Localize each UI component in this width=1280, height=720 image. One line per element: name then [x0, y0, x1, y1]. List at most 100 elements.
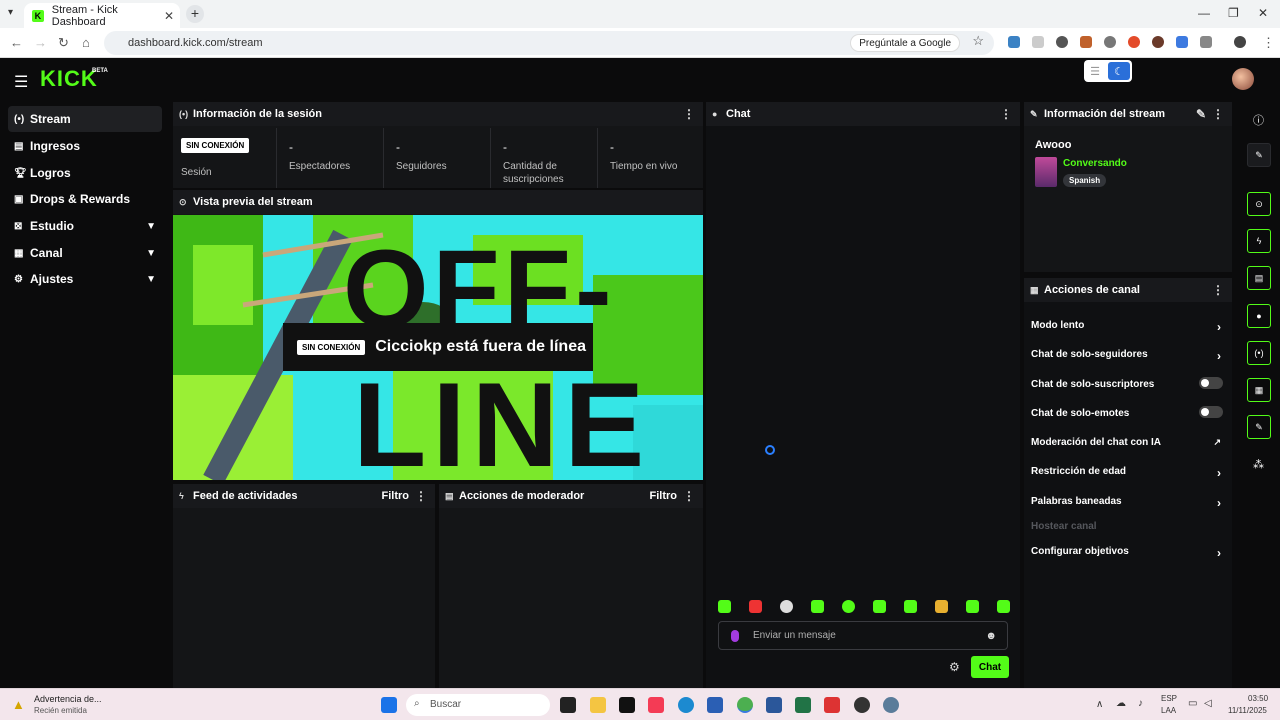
emote-icon[interactable] — [842, 600, 855, 613]
user-avatar[interactable] — [1232, 68, 1254, 90]
taskbar-search[interactable]: ⌕ Buscar — [406, 694, 550, 716]
menu-icon[interactable]: ☰ — [14, 72, 28, 92]
light-mode-icon[interactable]: ☰ — [1084, 60, 1106, 82]
browser-tab[interactable]: K Stream - Kick Dashboard ✕ — [24, 3, 180, 28]
sidebar-item-drops[interactable]: ▣ Drops & Rewards — [8, 186, 162, 212]
emote-icon[interactable] — [935, 600, 948, 613]
sidebar-item-ingresos[interactable]: ▤ Ingresos — [8, 133, 162, 159]
reload-icon[interactable]: ↻ — [58, 35, 69, 51]
sidebar-item-estudio[interactable]: ⊠ Estudio ▼ — [8, 213, 162, 239]
pdf-icon[interactable] — [824, 697, 840, 713]
profile-icon[interactable] — [1234, 36, 1246, 48]
kick-logo[interactable]: KICK — [40, 66, 98, 92]
home-icon[interactable]: ⌂ — [82, 35, 90, 50]
feed-filter-button[interactable]: Filtro — [382, 490, 410, 502]
chat-settings-icon[interactable]: ⚙ — [949, 660, 960, 674]
more-options-icon[interactable]: ⋮ — [1212, 283, 1224, 297]
taskview-icon[interactable] — [560, 697, 576, 713]
emote-icon[interactable] — [997, 600, 1010, 613]
bolt-rail-button[interactable]: ϟ — [1247, 229, 1271, 253]
sidebar-item-stream[interactable]: (•) Stream — [8, 106, 162, 132]
sidebar-item-ajustes[interactable]: ⚙ Ajustes ▼ — [8, 266, 162, 292]
extension-icon[interactable] — [1152, 36, 1164, 48]
chat-message-input[interactable]: Enviar un mensaje ☻ — [718, 621, 1008, 650]
add-widget-icon[interactable]: ⁂ — [1253, 458, 1264, 471]
sidebar-item-logros[interactable]: 🏆︎ Logros — [8, 160, 162, 186]
theme-toggle[interactable]: ☰ ☾ — [1084, 60, 1132, 82]
back-icon[interactable]: ← — [10, 35, 23, 50]
goals-item[interactable]: Configurar objetivos › — [1031, 546, 1231, 560]
close-window-icon[interactable]: ✕ — [1258, 6, 1268, 20]
emote-icon[interactable] — [811, 600, 824, 613]
tray-chevron-icon[interactable]: ∧ — [1096, 699, 1103, 710]
ai-moderation-item[interactable]: Moderación del chat con IA ↗ — [1031, 437, 1231, 448]
chat-send-button[interactable]: Chat — [971, 656, 1009, 678]
more-options-icon[interactable]: ⋮ — [683, 107, 695, 121]
more-options-icon[interactable]: ⋮ — [1000, 107, 1012, 121]
file-explorer-icon[interactable] — [590, 697, 606, 713]
age-restriction-item[interactable]: Restricción de edad › — [1031, 466, 1231, 480]
more-options-icon[interactable]: ⋮ — [415, 489, 427, 503]
address-bar[interactable]: dashboard.kick.com/stream Pregúntale a G… — [104, 31, 994, 55]
clock-time[interactable]: 03:50 — [1248, 694, 1268, 703]
preview-rail-button[interactable]: ⊙ — [1247, 192, 1271, 216]
forward-icon[interactable]: → — [34, 35, 47, 50]
more-options-icon[interactable]: ⋮ — [1212, 107, 1224, 121]
live-app-icon[interactable] — [619, 697, 635, 713]
notification-title[interactable]: Advertencia de... — [34, 694, 102, 704]
ask-google-button[interactable]: Pregúntale a Google — [850, 34, 960, 52]
emote-icon[interactable] — [966, 600, 979, 613]
extension-icon[interactable] — [1056, 36, 1068, 48]
cloud-icon[interactable]: ☁ — [1116, 698, 1126, 709]
followers-only-item[interactable]: Chat de solo-seguidores › — [1031, 349, 1231, 363]
mic-icon[interactable]: ♪ — [1138, 698, 1143, 709]
dark-mode-icon[interactable]: ☾ — [1108, 62, 1130, 80]
chrome-icon[interactable] — [737, 697, 753, 713]
mic-icon[interactable] — [731, 630, 739, 642]
emote-icon[interactable] — [749, 600, 762, 613]
slow-mode-item[interactable]: Modo lento › — [1031, 320, 1231, 334]
volume-icon[interactable]: ◁ — [1204, 698, 1212, 709]
windows-start-icon[interactable] — [381, 697, 397, 713]
maximize-icon[interactable]: ❐ — [1228, 6, 1239, 20]
bookmark-star-icon[interactable]: ☆ — [972, 33, 984, 49]
store-icon[interactable] — [707, 697, 723, 713]
translate-icon[interactable] — [1176, 36, 1188, 48]
document-rail-button[interactable]: ▤ — [1247, 266, 1271, 290]
broadcast-rail-button[interactable]: (•) — [1247, 341, 1271, 365]
browser-menu-icon[interactable]: ⋮ — [1262, 35, 1275, 51]
wrench-rail-button[interactable]: ✎ — [1247, 415, 1271, 439]
info-icon[interactable]: ⓘ — [1253, 112, 1264, 128]
sidebar-item-canal[interactable]: ▦ Canal ▼ — [8, 240, 162, 266]
emoji-icon[interactable]: ☻ — [985, 630, 997, 642]
emote-icon[interactable] — [904, 600, 917, 613]
emote-icon[interactable] — [873, 600, 886, 613]
emotes-only-toggle[interactable] — [1199, 406, 1223, 418]
excel-icon[interactable] — [795, 697, 811, 713]
network-icon[interactable]: ▭ — [1188, 698, 1197, 709]
edge-icon[interactable] — [678, 697, 694, 713]
more-options-icon[interactable]: ⋮ — [683, 489, 695, 503]
close-tab-icon[interactable]: ✕ — [164, 9, 174, 23]
subscribers-only-toggle[interactable] — [1199, 377, 1223, 389]
edit-icon[interactable]: ✎ — [1196, 107, 1206, 121]
obs-icon[interactable] — [854, 697, 870, 713]
mod-filter-button[interactable]: Filtro — [650, 490, 678, 502]
emote-icon[interactable] — [718, 600, 731, 613]
extension-icon[interactable] — [1104, 36, 1116, 48]
banned-words-item[interactable]: Palabras baneadas › — [1031, 496, 1231, 510]
channel-rail-button[interactable]: ▦ — [1247, 378, 1271, 402]
extensions-puzzle-icon[interactable] — [1200, 36, 1212, 48]
music-app-icon[interactable] — [648, 697, 664, 713]
chat-rail-button[interactable]: ● — [1247, 304, 1271, 328]
word-icon[interactable] — [766, 697, 782, 713]
extension-icon[interactable] — [1032, 36, 1044, 48]
settings-icon[interactable] — [883, 697, 899, 713]
minimize-icon[interactable]: — — [1198, 6, 1210, 20]
extension-icon[interactable] — [1128, 36, 1140, 48]
new-tab-button[interactable]: + — [186, 5, 204, 23]
extension-icon[interactable] — [1080, 36, 1092, 48]
emote-icon[interactable] — [780, 600, 793, 613]
tab-search-icon[interactable]: ▾ — [8, 7, 13, 18]
extension-icon[interactable] — [1008, 36, 1020, 48]
